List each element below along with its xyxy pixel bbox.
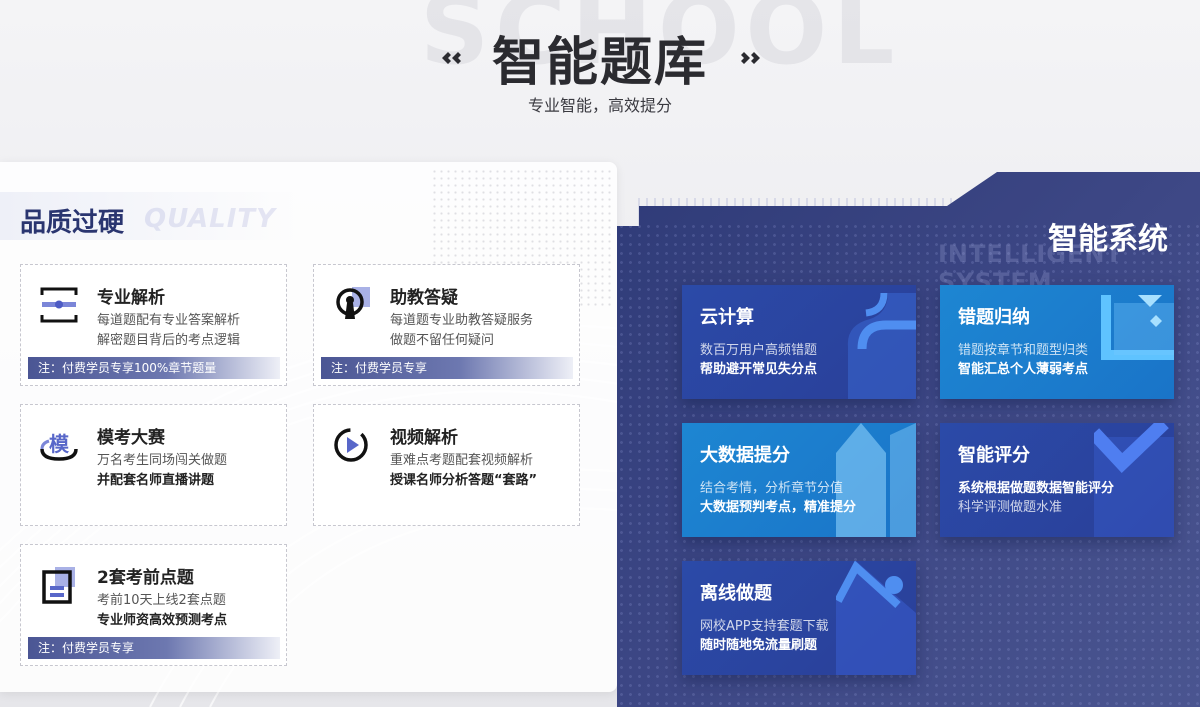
tile-title: 智能评分 — [958, 445, 1030, 466]
tile-desc: 随时随地免流量刷题 — [700, 638, 818, 653]
feature-tile-cloud-computing[interactable]: 云计算 数百万用户高频错题 帮助避开常见失分点 — [682, 285, 916, 399]
play-icon — [334, 428, 368, 462]
quality-panel: 品质过硬 QUALITY 专业解析 每道题配有专业答案解析 解密题目背后的考点逻… — [0, 162, 617, 692]
card-desc: 重难点考题配套视频解析 — [390, 453, 534, 468]
tile-desc: 数百万用户高频错题 — [700, 343, 818, 358]
tile-desc: 网校APP支持套题下载 — [700, 619, 829, 634]
scan-icon — [40, 287, 78, 323]
card-note-badge: 注：付费学员专享100%章节题量 — [28, 357, 280, 379]
tile-desc: 大数据预判考点，精准提分 — [700, 500, 857, 515]
card-desc: 每道题专业助教答疑服务 — [390, 313, 534, 328]
card-note-badge: 注：付费学员专享 — [28, 637, 280, 659]
tile-desc: 错题按章节和题型归类 — [958, 343, 1089, 358]
offline-icon — [836, 561, 916, 675]
feature-card-expert-analysis[interactable]: 专业解析 每道题配有专业答案解析 解密题目背后的考点逻辑 注：付费学员专享100… — [20, 264, 287, 386]
card-note-badge: 注：付费学员专享 — [321, 357, 573, 379]
page-title: 智能题库 — [491, 33, 708, 93]
tile-title: 云计算 — [700, 307, 754, 328]
quality-title-en: QUALITY — [144, 204, 276, 234]
card-desc: 万名考生同场闯关做题 — [97, 453, 228, 468]
feature-tile-smart-scoring[interactable]: 智能评分 系统根据做题数据智能评分 科学评测做题水准 — [940, 423, 1174, 537]
feature-card-mock-exam[interactable]: 模 模考大赛 万名考生同场闯关做题 并配套名师直播讲题 — [20, 404, 287, 526]
card-desc: 并配套名师直播讲题 — [97, 473, 215, 488]
card-title: 视频解析 — [390, 428, 458, 448]
intelligent-title: 智能系统 — [1048, 222, 1168, 257]
svg-text:模: 模 — [49, 432, 70, 456]
card-desc: 每道题配有专业答案解析 — [97, 313, 241, 328]
card-desc: 考前10天上线2套点题 — [97, 593, 226, 608]
feature-tile-big-data[interactable]: 大数据提分 结合考情，分析章节分值 大数据预判考点，精准提分 — [682, 423, 916, 537]
card-title: 专业解析 — [97, 288, 165, 308]
mock-exam-icon: 模 — [40, 432, 78, 461]
feature-card-pre-exam-tips[interactable]: 2套考前点题 考前10天上线2套点题 专业师资高效预测考点 注：付费学员专享 — [20, 544, 287, 666]
card-title: 助教答疑 — [390, 288, 458, 308]
tile-desc: 结合考情，分析章节分值 — [700, 481, 844, 496]
feature-card-video-analysis[interactable]: 视频解析 重难点考题配套视频解析 授课名师分析答题“套路” — [313, 404, 580, 526]
tile-desc: 帮助避开常见失分点 — [700, 362, 818, 377]
feature-card-tutor-qa[interactable]: 助教答疑 每道题专业助教答疑服务 做题不留任何疑问 注：付费学员专享 — [313, 264, 580, 386]
page-subtitle: 专业智能，高效提分 — [527, 96, 672, 115]
collect-icon — [1101, 295, 1174, 360]
tile-title: 大数据提分 — [700, 445, 790, 466]
tile-desc: 智能汇总个人薄弱考点 — [958, 362, 1089, 377]
double-diamond-right-icon — [741, 52, 760, 64]
document-icon — [42, 567, 75, 604]
card-desc: 做题不留任何疑问 — [390, 333, 495, 348]
tile-title: 错题归纳 — [958, 307, 1030, 328]
quality-title: 品质过硬 — [20, 208, 125, 238]
card-desc: 专业师资高效预测考点 — [97, 613, 228, 628]
card-desc: 授课名师分析答题“套路” — [390, 473, 538, 488]
keyhole-icon — [336, 287, 370, 319]
tile-desc: 科学评测做题水准 — [958, 500, 1063, 515]
card-title: 2套考前点题 — [97, 568, 194, 588]
card-title: 模考大赛 — [97, 428, 165, 448]
tile-desc: 系统根据做题数据智能评分 — [958, 481, 1115, 496]
cloud-icon — [847, 292, 916, 399]
card-desc: 解密题目背后的考点逻辑 — [97, 333, 241, 348]
bar-up-icon — [836, 423, 916, 537]
feature-tile-offline-practice[interactable]: 离线做题 网校APP支持套题下载 随时随地免流量刷题 — [682, 561, 916, 675]
feature-tile-error-collection[interactable]: 错题归纳 错题按章节和题型归类 智能汇总个人薄弱考点 — [940, 285, 1174, 399]
tile-title: 离线做题 — [700, 583, 772, 604]
